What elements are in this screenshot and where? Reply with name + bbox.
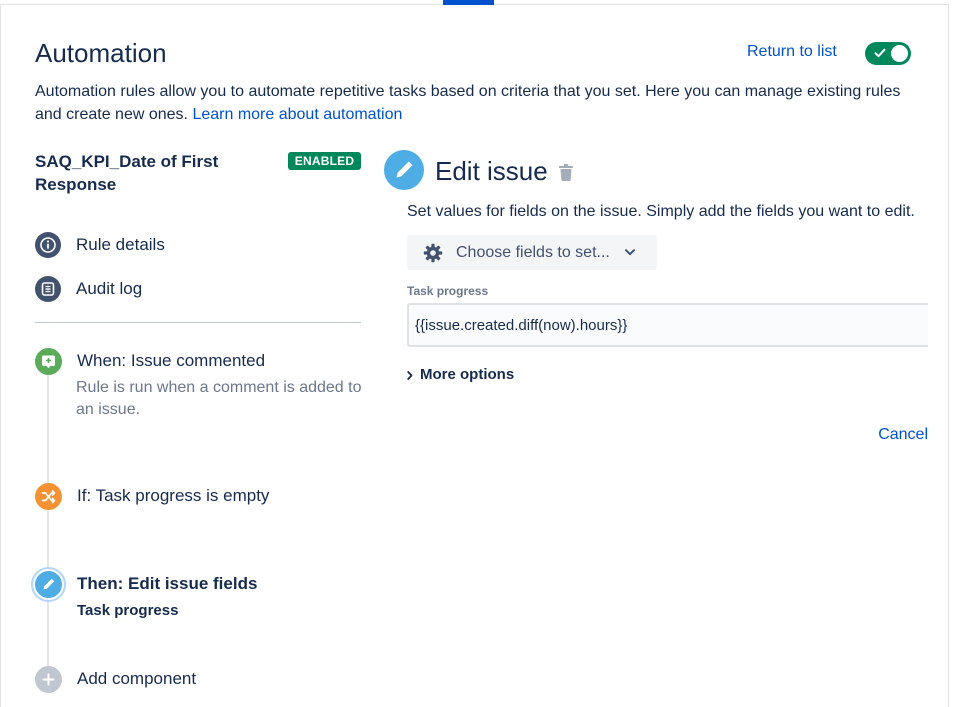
intro-text: Automation rules allow you to automate r… (35, 80, 915, 126)
choose-fields-button[interactable]: Choose fields to set... (407, 235, 657, 270)
list-icon (35, 276, 61, 302)
component-when-label: When: Issue commented (77, 351, 266, 370)
check-icon (874, 48, 886, 58)
info-icon (35, 232, 61, 258)
more-options-toggle[interactable]: More options (407, 365, 527, 385)
chevron-right-icon (407, 371, 413, 380)
add-component-button[interactable]: Add component (35, 666, 361, 693)
status-badge: ENABLED (288, 152, 361, 170)
component-timeline-line (47, 362, 49, 679)
shuffle-icon (35, 483, 62, 510)
component-when-description: Rule is run when a comment is added to a… (76, 379, 362, 418)
choose-fields-label: Choose fields to set... (456, 244, 610, 261)
add-component-label: Add component (77, 669, 197, 688)
rule-enabled-toggle[interactable] (865, 42, 911, 65)
gear-icon (423, 243, 443, 263)
page-title: Automation (35, 38, 167, 68)
learn-more-link[interactable]: Learn more about automation (192, 106, 402, 123)
editor-description: Set values for fields on the issue. Simp… (407, 203, 915, 220)
component-if-condition[interactable]: If: Task progress is empty (35, 483, 361, 510)
component-then-detail: Task progress (77, 602, 179, 619)
divider (35, 322, 361, 323)
pencil-icon (384, 150, 424, 190)
plus-icon (35, 666, 62, 693)
task-progress-field (407, 303, 928, 347)
task-progress-label: Task progress (407, 284, 489, 298)
component-if-label: If: Task progress is empty (77, 486, 270, 505)
nav-rule-details[interactable]: Rule details (35, 232, 361, 258)
return-to-list-link[interactable]: Return to list (747, 42, 837, 62)
cancel-button[interactable]: Cancel (878, 425, 928, 445)
active-tab-indicator (443, 0, 494, 5)
nav-audit-log[interactable]: Audit log (35, 276, 361, 302)
component-then-label: Then: Edit issue fields (77, 574, 258, 593)
rule-name: SAQ_KPI_Date of First Response (35, 152, 219, 194)
pencil-icon (35, 571, 62, 598)
chevron-down-icon (625, 249, 635, 256)
comment-plus-icon (35, 348, 62, 375)
trash-icon[interactable] (559, 164, 573, 181)
component-when-trigger[interactable]: When: Issue commented Rule is run when a… (35, 348, 361, 418)
intro-description: Automation rules allow you to automate r… (35, 83, 901, 123)
nav-audit-log-label: Audit log (76, 279, 143, 298)
toggle-knob (891, 45, 908, 62)
nav-rule-details-label: Rule details (76, 235, 165, 254)
editor-title: Edit issue (435, 156, 548, 186)
more-options-label: More options (420, 366, 515, 383)
component-then-action[interactable]: Then: Edit issue fields Task progress (35, 571, 361, 619)
task-progress-input[interactable] (407, 303, 928, 347)
